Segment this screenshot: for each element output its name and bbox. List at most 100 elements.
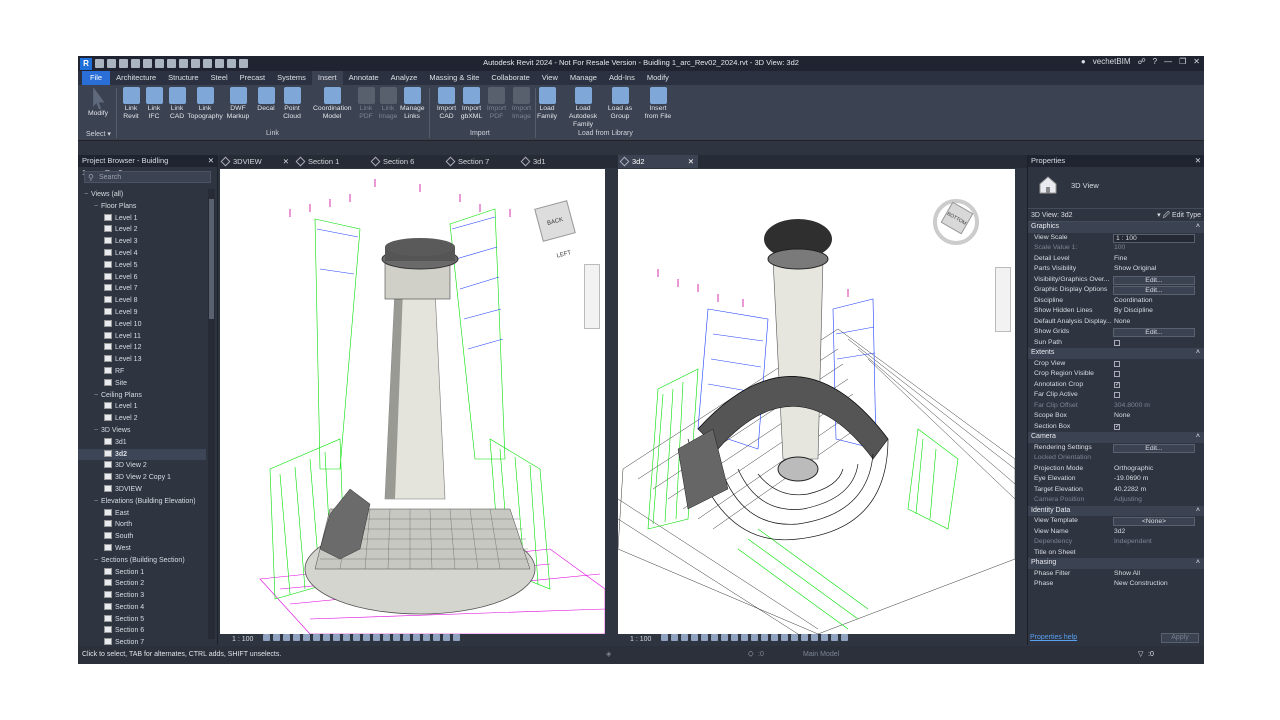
tab-analyze[interactable]: Analyze xyxy=(385,71,424,85)
section-graphics[interactable]: Graphics ˄ xyxy=(1028,222,1204,233)
view-scale-label[interactable]: 1 : 100 xyxy=(630,636,651,643)
instance-selector[interactable]: 3D View: 3d2 ▾ 🖉 Edit Type xyxy=(1028,209,1204,222)
section-icon[interactable] xyxy=(215,59,224,68)
collapse-icon[interactable]: − xyxy=(94,496,101,508)
tab-steel[interactable]: Steel xyxy=(205,71,234,85)
print-icon[interactable] xyxy=(167,59,176,68)
apply-button[interactable]: Apply xyxy=(1161,633,1199,643)
tree-view-item[interactable]: Section 5 xyxy=(78,614,206,626)
navigation-bar[interactable] xyxy=(584,264,600,329)
modify-button[interactable]: Modify xyxy=(84,87,112,118)
tree-view-item[interactable]: South xyxy=(78,531,206,543)
tab-insert[interactable]: Insert xyxy=(311,71,343,85)
tab-architecture[interactable]: Architecture xyxy=(110,71,162,85)
view-scale-label[interactable]: 1 : 100 xyxy=(232,636,253,643)
viewport-3dview[interactable]: BACK LEFT xyxy=(220,169,605,634)
link-revit-button[interactable]: Link Revit xyxy=(119,87,143,121)
tab-view[interactable]: View xyxy=(536,71,564,85)
property-edit-button[interactable]: <None> xyxy=(1113,517,1195,526)
manage-links-button[interactable]: Manage Links xyxy=(400,87,425,121)
tree-view-item[interactable]: Level 1 xyxy=(78,401,206,413)
property-value[interactable]: Show All xyxy=(1114,569,1140,580)
tab-modify[interactable]: Modify xyxy=(641,71,675,85)
close-hidden-icon[interactable] xyxy=(227,59,236,68)
tree-view-item[interactable]: Level 2 xyxy=(78,224,206,236)
tree-view-item[interactable]: Level 10 xyxy=(78,319,206,331)
view-tab-section-6[interactable]: Section 6 xyxy=(369,155,443,168)
tree-group[interactable]: − Views (all) xyxy=(78,189,206,201)
scrollbar-thumb[interactable] xyxy=(209,199,214,319)
tree-view-item[interactable]: Level 13 xyxy=(78,354,206,366)
close-icon[interactable]: ✕ xyxy=(1195,155,1201,167)
section-identity-data[interactable]: Identity Data ˄ xyxy=(1028,505,1204,517)
property-value[interactable]: Independent xyxy=(1114,537,1152,548)
property-value[interactable]: Fine xyxy=(1114,254,1127,265)
tab-manage[interactable]: Manage xyxy=(564,71,603,85)
tree-view-item[interactable]: Level 7 xyxy=(78,283,206,295)
close-icon[interactable]: ✕ xyxy=(1193,57,1200,66)
property-value[interactable]: None xyxy=(1114,411,1130,422)
property-value[interactable]: Coordination xyxy=(1114,296,1153,307)
close-tab-icon[interactable]: ✕ xyxy=(688,155,694,168)
property-value[interactable]: None xyxy=(1114,317,1130,328)
editable-only-icon[interactable]: ⛭ xyxy=(748,646,754,664)
redo-icon[interactable] xyxy=(155,59,164,68)
tree-view-item[interactable]: East xyxy=(78,508,206,520)
tree-group[interactable]: − Elevations (Building Elevation) xyxy=(78,496,206,508)
sync-icon[interactable] xyxy=(131,59,140,68)
undo-icon[interactable] xyxy=(143,59,152,68)
viewport-3d2[interactable]: BOTTOM xyxy=(618,169,1015,634)
tree-view-item[interactable]: Section 2 xyxy=(78,578,206,590)
tree-view-item[interactable]: 3D View 2 xyxy=(78,460,206,472)
property-input[interactable]: 1 : 100 xyxy=(1113,233,1195,243)
tree-view-item[interactable]: Level 3 xyxy=(78,236,206,248)
open-icon[interactable] xyxy=(107,59,116,68)
view-tab-section-7[interactable]: Section 7 xyxy=(444,155,518,168)
view-control-icons[interactable] xyxy=(263,634,463,645)
close-icon[interactable]: ✕ xyxy=(208,155,214,167)
property-checkbox[interactable]: ✓ xyxy=(1114,423,1120,430)
property-checkbox[interactable]: ✓ xyxy=(1114,381,1120,388)
view-tab-3dview[interactable]: 3DVIEW ✕ xyxy=(219,155,293,168)
property-value[interactable]: By Discipline xyxy=(1114,306,1153,317)
tab-add-ins[interactable]: Add-Ins xyxy=(603,71,641,85)
collapse-icon[interactable]: − xyxy=(94,555,101,567)
tree-view-item[interactable]: Level 4 xyxy=(78,248,206,260)
3d-view-icon[interactable] xyxy=(203,59,212,68)
property-value[interactable]: 304.8000 m xyxy=(1114,401,1150,412)
section-camera[interactable]: Camera ˄ xyxy=(1028,432,1204,443)
load-autodesk-family-button[interactable]: Load Autodesk Family xyxy=(562,87,604,129)
property-value[interactable]: 40.2282 m xyxy=(1114,485,1146,496)
link-ifc-button[interactable]: Link IFC xyxy=(142,87,166,121)
browser-search-input[interactable]: ⚲ Search xyxy=(84,171,211,183)
save-icon[interactable] xyxy=(119,59,128,68)
tree-group[interactable]: −3D Views xyxy=(78,425,206,437)
tree-group[interactable]: − Ceiling Plans xyxy=(78,390,206,402)
link-topography-button[interactable]: Link Topography xyxy=(186,87,224,121)
point-cloud-button[interactable]: Point Cloud xyxy=(280,87,304,121)
property-checkbox[interactable] xyxy=(1114,360,1120,367)
edit-type-button[interactable]: ▾ 🖉 Edit Type xyxy=(1157,209,1201,222)
property-checkbox[interactable] xyxy=(1114,371,1120,377)
tab-systems[interactable]: Systems xyxy=(271,71,312,85)
dwf-markup-button[interactable]: DWF Markup xyxy=(226,87,250,121)
property-edit-button[interactable]: Edit... xyxy=(1113,275,1195,285)
collapse-icon[interactable]: ˄ xyxy=(1196,348,1200,359)
tree-view-item[interactable]: Section 6 xyxy=(78,625,206,637)
collapse-icon[interactable]: ˄ xyxy=(1196,222,1200,233)
tree-view-item[interactable]: Level 12 xyxy=(78,342,206,354)
switch-windows-icon[interactable] xyxy=(239,59,248,68)
property-checkbox[interactable] xyxy=(1114,339,1120,346)
collapse-icon[interactable]: − xyxy=(94,425,101,437)
collapse-icon[interactable]: ˄ xyxy=(1196,506,1200,517)
tree-view-item[interactable]: West xyxy=(78,543,206,555)
active-model-label[interactable]: Main Model xyxy=(803,646,839,664)
tree-view-item[interactable]: RF xyxy=(78,366,206,378)
tree-view-item[interactable]: Section 3 xyxy=(78,590,206,602)
tree-view-item[interactable]: Section 7 xyxy=(78,637,206,645)
worksets-icon[interactable]: ◈ xyxy=(606,646,611,664)
close-tab-icon[interactable]: ✕ xyxy=(283,155,289,168)
import-image-button[interactable]: Import Image xyxy=(507,87,536,121)
tree-view-item[interactable]: 3d1 xyxy=(78,437,206,449)
property-value[interactable]: -19.0690 m xyxy=(1114,474,1148,485)
